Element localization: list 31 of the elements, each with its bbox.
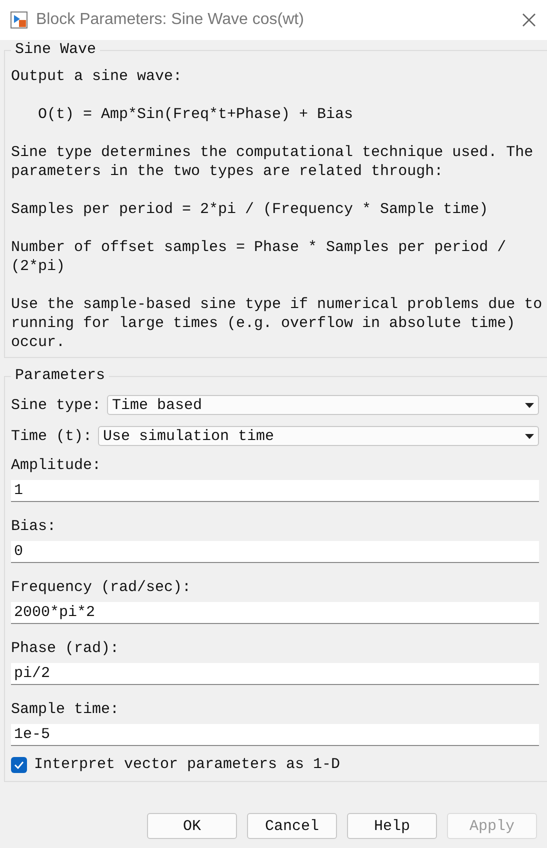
field-label: Sine type: — [11, 396, 102, 414]
checkbox-label: Interpret vector parameters as 1-D — [34, 756, 340, 773]
description-text: Output a sine wave: — [11, 67, 184, 86]
formula-text: O(t) = Amp*Sin(Freq*t+Phase) + Bias — [37, 105, 354, 124]
input-field[interactable]: 2000*pi*2 — [11, 602, 539, 624]
field-label: Amplitude: — [11, 457, 102, 475]
description-text: Sine type determines the computational technique used. The parameters in the two types are related through: — [11, 143, 534, 181]
field-label: Phase (rad): — [11, 640, 120, 658]
input-field[interactable]: pi/2 — [11, 663, 539, 685]
dropdown[interactable]: Use simulation time — [98, 426, 539, 446]
description-text: Samples per period = 2*pi / (Frequency * Sample time) — [11, 200, 490, 219]
input-field[interactable]: 1e-5 — [11, 724, 539, 746]
caret-icon — [525, 402, 534, 408]
dialog-button[interactable]: Help — [347, 813, 437, 839]
description-text: Use the sample-based sine type if numerical problems due to running for large times (e.g. overflow in absolute time) occur. — [11, 295, 544, 352]
field-label: Time (t): — [11, 428, 92, 444]
field-label: Bias: — [11, 518, 58, 536]
check-icon — [14, 760, 24, 768]
description-text: Number of offset samples = Phase * Samples per period / (2*pi) — [11, 238, 508, 276]
input-field[interactable]: 0 — [11, 541, 539, 563]
field-label: Frequency (rad/sec): — [11, 579, 192, 597]
caret-icon — [525, 434, 534, 438]
field-label: Sample time: — [11, 701, 120, 719]
close-icon[interactable] — [521, 12, 537, 28]
dialog-button[interactable]: OK — [147, 813, 237, 839]
dialog-button[interactable]: Cancel — [247, 813, 337, 839]
checkbox[interactable] — [11, 756, 27, 772]
app-icon — [10, 11, 28, 29]
dropdown[interactable]: Time based — [107, 395, 539, 415]
input-field[interactable]: 1 — [11, 480, 539, 502]
window-title: Block Parameters: Sine Wave cos(wt) — [36, 11, 305, 29]
